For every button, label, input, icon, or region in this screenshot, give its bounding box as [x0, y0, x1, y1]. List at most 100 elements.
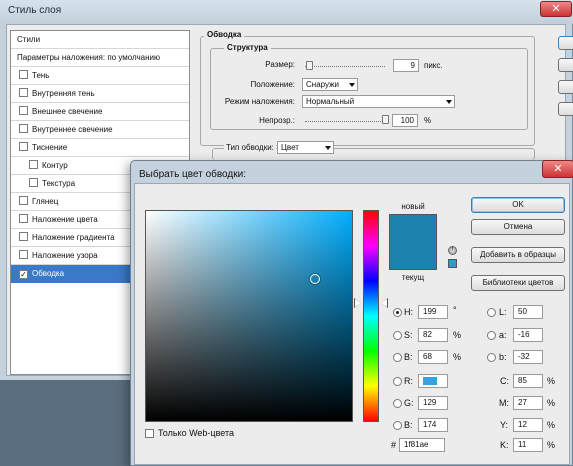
- style-list-item-label: Наложение узора: [32, 251, 98, 260]
- web-only-label[interactable]: Только Web-цвета: [158, 428, 234, 438]
- style-checkbox[interactable]: [19, 250, 28, 259]
- hue-slider-arrow-left-fill: [355, 299, 361, 307]
- radio-r[interactable]: [393, 377, 402, 386]
- c-unit: %: [547, 376, 556, 386]
- s-input[interactable]: 82: [418, 328, 448, 342]
- s-unit: %: [453, 330, 462, 340]
- c-input[interactable]: 85: [513, 374, 543, 388]
- radio-s[interactable]: [393, 331, 402, 340]
- size-unit: пикс.: [424, 61, 443, 70]
- radio-lab-b[interactable]: [487, 353, 496, 362]
- color-picker-dialog: Выбрать цвет обводки: ✕ новый текущ ! OK…: [130, 160, 573, 466]
- style-list-item[interactable]: Внутреннее свечение: [11, 121, 189, 139]
- style-list-item[interactable]: Тиснение: [11, 139, 189, 157]
- size-label: Размер:: [265, 60, 295, 69]
- style-checkbox[interactable]: [19, 88, 28, 97]
- k-label: K:: [500, 440, 509, 450]
- style-checkbox[interactable]: [29, 160, 38, 169]
- opacity-unit: %: [424, 116, 432, 125]
- opacity-input[interactable]: 100: [392, 114, 418, 127]
- radio-h[interactable]: [393, 308, 402, 317]
- radio-a[interactable]: [487, 331, 496, 340]
- cube-warning-icon[interactable]: !: [448, 246, 457, 255]
- style-checkbox[interactable]: [19, 70, 28, 79]
- radio-b[interactable]: [393, 353, 402, 362]
- a-label: a:: [499, 330, 507, 340]
- radio-g[interactable]: [393, 399, 402, 408]
- style-checkbox[interactable]: [19, 142, 28, 151]
- opacity-slider-track[interactable]: [305, 121, 385, 122]
- s-label: S:: [404, 330, 413, 340]
- style-list-item-label: Наложение градиента: [32, 233, 115, 242]
- size-slider-knob[interactable]: [306, 61, 313, 70]
- websafe-color-swatch[interactable]: [448, 259, 457, 268]
- layer-style-ok-button[interactable]: [558, 36, 573, 50]
- r-input[interactable]: [418, 374, 448, 388]
- style-checkbox[interactable]: [19, 124, 28, 133]
- opacity-slider-knob[interactable]: [382, 115, 389, 124]
- color-field[interactable]: [145, 210, 353, 422]
- ok-button[interactable]: OK: [471, 197, 565, 213]
- blend-mode-value: Нормальный: [306, 97, 355, 106]
- g-input[interactable]: 129: [418, 396, 448, 410]
- g-label: G:: [404, 398, 414, 408]
- r-label: R:: [404, 376, 413, 386]
- size-slider-track[interactable]: [305, 66, 385, 67]
- position-label: Положение:: [250, 80, 296, 89]
- color-picker-close-button[interactable]: ✕: [542, 160, 573, 178]
- style-list-item-label: Внутреннее свечение: [32, 125, 113, 134]
- web-only-checkbox[interactable]: [145, 429, 154, 438]
- style-list-item[interactable]: Внутренняя тень: [11, 85, 189, 103]
- add-to-swatches-button[interactable]: Добавить в образцы: [471, 247, 565, 263]
- layer-style-close-button[interactable]: ✕: [540, 1, 572, 17]
- style-list-item[interactable]: Внешнее свечение: [11, 103, 189, 121]
- rgb-b-input[interactable]: 174: [418, 418, 448, 432]
- style-list-item-label: Обводка: [32, 269, 65, 278]
- size-input[interactable]: 9: [393, 59, 419, 72]
- style-checkbox[interactable]: ✓: [19, 270, 28, 279]
- layer-style-cancel-button[interactable]: [558, 58, 573, 72]
- y-unit: %: [547, 420, 556, 430]
- style-checkbox[interactable]: [19, 196, 28, 205]
- style-checkbox[interactable]: [19, 106, 28, 115]
- b-input[interactable]: 68: [418, 350, 448, 364]
- radio-rgb-b[interactable]: [393, 421, 402, 430]
- style-checkbox[interactable]: [29, 178, 38, 187]
- style-checkbox[interactable]: [19, 232, 28, 241]
- cancel-button[interactable]: Отмена: [471, 219, 565, 235]
- radio-l[interactable]: [487, 308, 496, 317]
- new-color-label: новый: [401, 202, 425, 211]
- l-label: L:: [499, 307, 507, 317]
- style-list-item[interactable]: Тень: [11, 67, 189, 85]
- style-list-item-label: Внешнее свечение: [32, 107, 103, 116]
- color-field-cursor[interactable]: [310, 274, 320, 284]
- style-list-item[interactable]: Стили: [11, 31, 189, 49]
- blend-mode-dropdown[interactable]: Нормальный: [302, 95, 455, 108]
- position-value: Снаружи: [306, 80, 339, 89]
- current-color-swatch[interactable]: [389, 242, 437, 270]
- hue-slider[interactable]: [363, 210, 379, 422]
- layer-style-preview-button[interactable]: [558, 102, 573, 116]
- layer-style-new-style-button[interactable]: [558, 80, 573, 94]
- m-input[interactable]: 27: [513, 396, 543, 410]
- k-input[interactable]: 11: [513, 438, 543, 452]
- style-list-item[interactable]: Параметры наложения: по умолчанию: [11, 49, 189, 67]
- hex-input[interactable]: 1f81ae: [399, 438, 445, 452]
- color-libraries-button[interactable]: Библиотеки цветов: [471, 275, 565, 291]
- chevron-down-icon: [349, 83, 355, 87]
- fill-type-dropdown[interactable]: Цвет: [277, 141, 334, 154]
- h-input[interactable]: 199: [418, 305, 448, 319]
- style-list-item-label: Тень: [32, 71, 50, 80]
- lab-b-input[interactable]: -32: [513, 350, 543, 364]
- position-dropdown[interactable]: Снаружи: [302, 78, 358, 91]
- style-checkbox[interactable]: [19, 214, 28, 223]
- color-picker-title: Выбрать цвет обводки:: [139, 169, 246, 180]
- a-input[interactable]: -16: [513, 328, 543, 342]
- y-input[interactable]: 12: [513, 418, 543, 432]
- l-input[interactable]: 50: [513, 305, 543, 319]
- opacity-label: Непрозр.:: [259, 116, 295, 125]
- rgb-b-label: B:: [404, 420, 413, 430]
- b-label: B:: [404, 352, 413, 362]
- layer-style-titlebar[interactable]: Стиль слоя: [0, 0, 573, 24]
- m-label: M:: [499, 398, 509, 408]
